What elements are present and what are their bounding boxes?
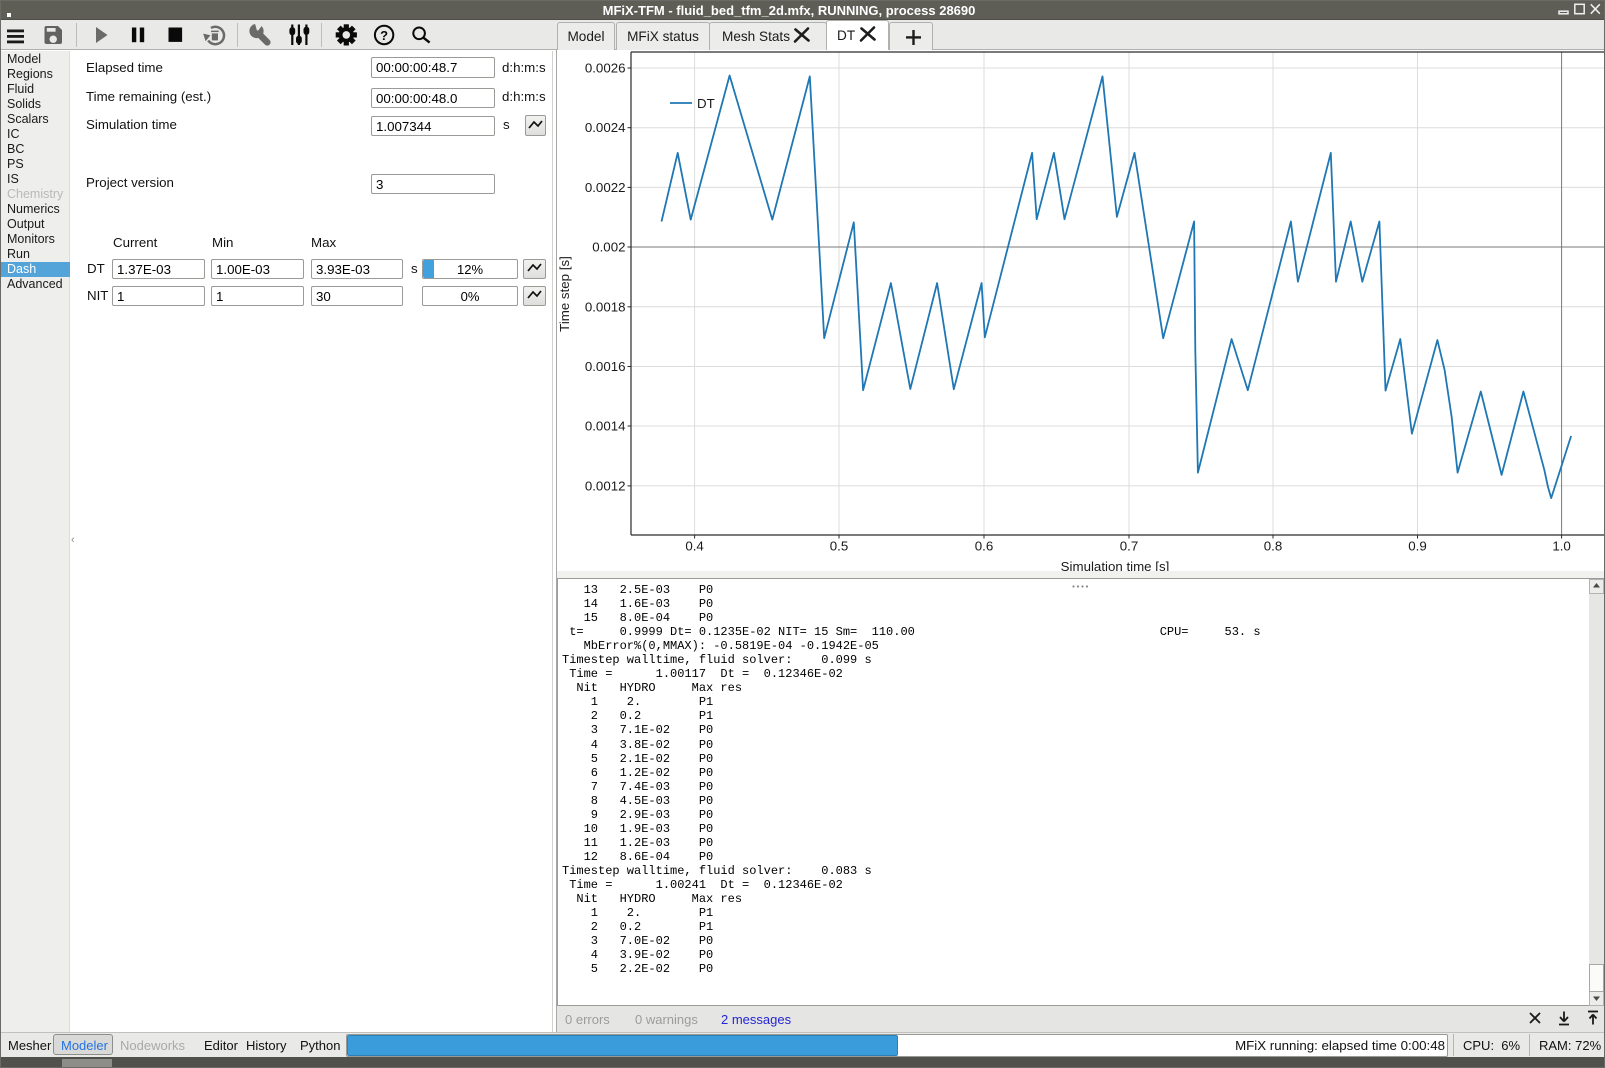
svg-text:0.002: 0.002 — [592, 240, 625, 255]
svg-text:0.0024: 0.0024 — [585, 120, 626, 135]
svg-text:0.0022: 0.0022 — [585, 180, 626, 195]
svg-text:0.7: 0.7 — [1120, 539, 1139, 554]
svg-text:0.0016: 0.0016 — [585, 359, 626, 374]
svg-text:0.4: 0.4 — [685, 539, 704, 554]
svg-text:0.0014: 0.0014 — [585, 419, 626, 434]
svg-text:0.0026: 0.0026 — [585, 61, 626, 76]
svg-text:?: ? — [380, 28, 388, 43]
svg-text:1.0: 1.0 — [1552, 539, 1571, 554]
svg-text:Time step [s]: Time step [s] — [557, 256, 572, 332]
svg-text:0.0012: 0.0012 — [585, 478, 626, 493]
svg-text:DT: DT — [697, 96, 715, 111]
svg-text:Simulation time [s]: Simulation time [s] — [1061, 559, 1170, 571]
svg-text:0.6: 0.6 — [975, 539, 994, 554]
svg-text:0.0018: 0.0018 — [585, 299, 626, 314]
svg-text:0.8: 0.8 — [1264, 539, 1283, 554]
svg-text:0.5: 0.5 — [830, 539, 849, 554]
svg-text:0.9: 0.9 — [1408, 539, 1427, 554]
